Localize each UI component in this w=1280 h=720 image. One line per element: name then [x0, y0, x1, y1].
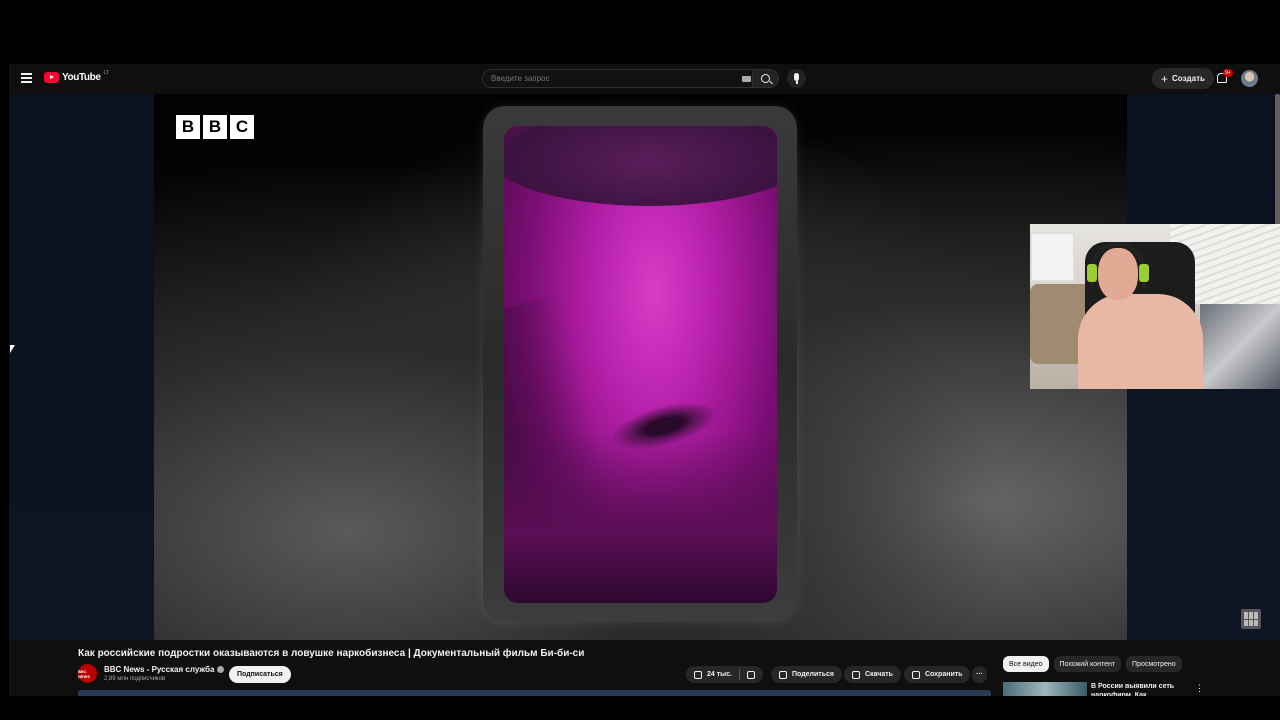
screen-frame: YouTube LT + Создать 9+ B B C — [0, 0, 1280, 720]
download-icon — [852, 670, 860, 679]
thumbs-up-icon[interactable] — [694, 670, 702, 679]
save-label: Сохранить — [925, 671, 963, 678]
video-player[interactable]: B B C — [154, 94, 1127, 640]
create-label: Создать — [1172, 74, 1205, 83]
channel-avatar[interactable]: BBC NEWS — [78, 664, 97, 683]
notifications-badge: 9+ — [1223, 69, 1233, 77]
ambient-left — [9, 94, 154, 640]
thumbs-down-icon[interactable] — [746, 670, 755, 679]
hair-shape — [504, 126, 777, 206]
bbc-logo: B B C — [176, 115, 254, 139]
logo-text: YouTube — [62, 72, 101, 83]
window-shape — [1030, 232, 1075, 282]
phone-screen-image — [504, 126, 777, 603]
keyboard-icon[interactable] — [742, 76, 751, 82]
chip-watched[interactable]: Просмотрено — [1126, 656, 1182, 672]
save-icon — [912, 670, 920, 679]
more-actions-button[interactable]: ··· — [972, 666, 987, 683]
bbc-letter: B — [203, 115, 227, 139]
ear-r-shape — [1139, 264, 1149, 282]
subscriber-count: 2,89 млн подписчиков — [104, 676, 166, 682]
divider — [738, 669, 740, 680]
lower-shape — [504, 433, 777, 603]
bbc-letter: C — [230, 115, 254, 139]
logo-country: LT — [103, 69, 109, 76]
video-info: Как российские подростки оказываются в л… — [9, 640, 1280, 696]
phone-frame-image — [483, 106, 797, 622]
ear-l-shape — [1087, 264, 1097, 282]
subscribe-button[interactable]: Подписаться — [229, 666, 291, 683]
bbc-news-watermark-icon — [1241, 609, 1261, 629]
plus-icon: + — [1161, 71, 1169, 86]
create-button[interactable]: + Создать — [1152, 68, 1214, 89]
share-icon — [779, 670, 787, 679]
like-dislike-group: 24 тыс. — [686, 666, 763, 683]
youtube-play-icon — [44, 72, 59, 83]
download-label: Скачать — [865, 671, 893, 678]
body-shape — [1078, 294, 1203, 389]
chip-all-videos[interactable]: Все видео — [1003, 656, 1049, 672]
webcam-overlay-image — [1030, 224, 1280, 389]
video-title: Как российские подростки оказываются в л… — [78, 648, 585, 659]
bbc-letter: B — [176, 115, 200, 139]
channel-name[interactable]: BBC News - Русская служба — [104, 665, 225, 674]
like-count[interactable]: 24 тыс. — [707, 671, 732, 678]
user-avatar[interactable] — [1241, 70, 1258, 87]
microphone-icon[interactable] — [787, 69, 806, 88]
search-input[interactable] — [491, 74, 721, 83]
download-button[interactable]: Скачать — [844, 666, 901, 683]
related-video-menu-icon[interactable]: ⋮ — [1195, 683, 1204, 694]
bed-shape — [1200, 304, 1280, 389]
top-bar: YouTube LT + Создать 9+ — [9, 64, 1280, 94]
chip-similar[interactable]: Похожий контент — [1053, 656, 1122, 672]
search-button[interactable] — [752, 69, 779, 88]
related-video-thumbnail[interactable] — [1003, 682, 1087, 696]
mouse-cursor-icon — [10, 345, 15, 353]
verified-icon — [217, 666, 225, 673]
related-video-title[interactable]: В России выявили сеть наркофирм. Как выч… — [1091, 682, 1191, 696]
share-label: Поделиться — [792, 671, 835, 678]
youtube-logo[interactable]: YouTube LT — [44, 69, 109, 83]
menu-icon[interactable] — [21, 73, 32, 83]
description-box[interactable] — [78, 690, 991, 696]
share-button[interactable]: Поделиться — [771, 666, 843, 683]
save-button[interactable]: Сохранить — [904, 666, 971, 683]
related-filter-chips: Все видео Похожий контент Просмотрено — [1003, 656, 1182, 672]
search-box[interactable] — [482, 69, 762, 88]
channel-name-text[interactable]: BBC News - Русская служба — [104, 665, 214, 674]
